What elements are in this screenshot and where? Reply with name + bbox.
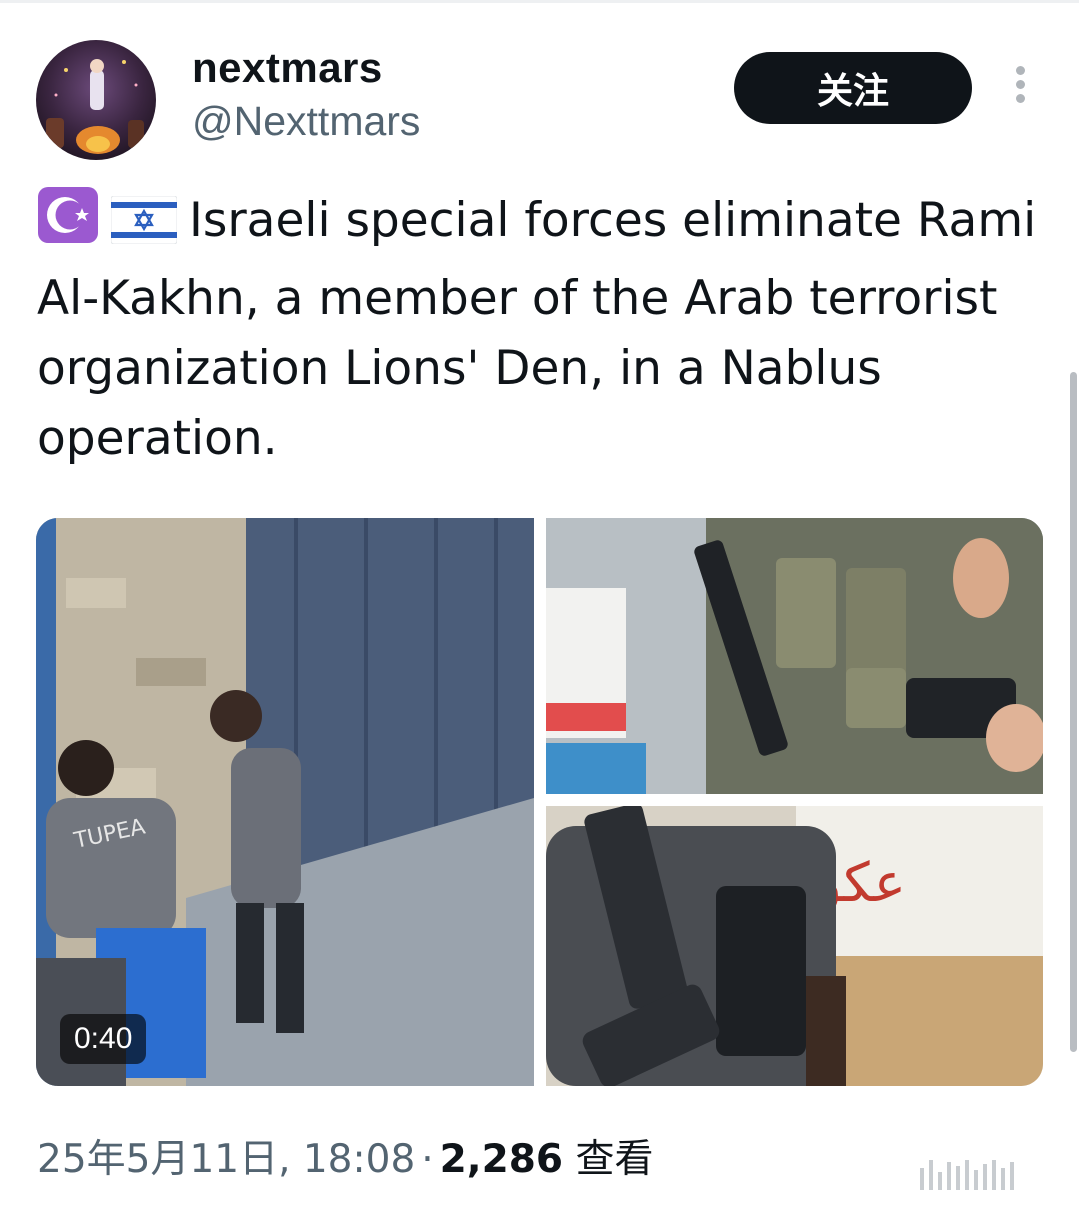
meta-separator: · — [421, 1137, 434, 1182]
follow-button[interactable]: 关注 — [734, 52, 972, 124]
watermark-bars — [920, 1158, 1060, 1190]
tweet-text: Israeli special forces eliminate Rami Al… — [37, 186, 1042, 474]
tweet-text-body: Israeli special forces eliminate Rami Al… — [37, 193, 1037, 466]
crescent-star-emoji — [37, 186, 99, 264]
scrollbar[interactable] — [1070, 372, 1077, 1052]
views-label: 查看 — [575, 1137, 654, 1182]
views-count: 2,286 — [439, 1137, 564, 1182]
top-divider — [0, 0, 1079, 3]
tweet-timestamp[interactable]: 25年5月11日, 18:08 — [37, 1137, 415, 1182]
video-duration-badge: 0:40 — [60, 1014, 147, 1064]
tweet-meta: 25年5月11日, 18:08 · 2,286 查看 — [37, 1128, 653, 1184]
image-bottom-right[interactable]: عكو — [546, 806, 1043, 1086]
video-thumbnail[interactable]: TUPEA 0:40 — [36, 518, 534, 1086]
more-options-icon[interactable] — [1004, 66, 1036, 110]
israel-flag-emoji — [110, 194, 178, 264]
media-grid: TUPEA 0:40 عكو — [36, 518, 1043, 1086]
avatar[interactable] — [36, 40, 156, 160]
image-top-right[interactable] — [546, 518, 1043, 794]
author-display-name[interactable]: nextmars — [192, 44, 383, 92]
author-handle[interactable]: @Nexttmars — [192, 98, 420, 145]
